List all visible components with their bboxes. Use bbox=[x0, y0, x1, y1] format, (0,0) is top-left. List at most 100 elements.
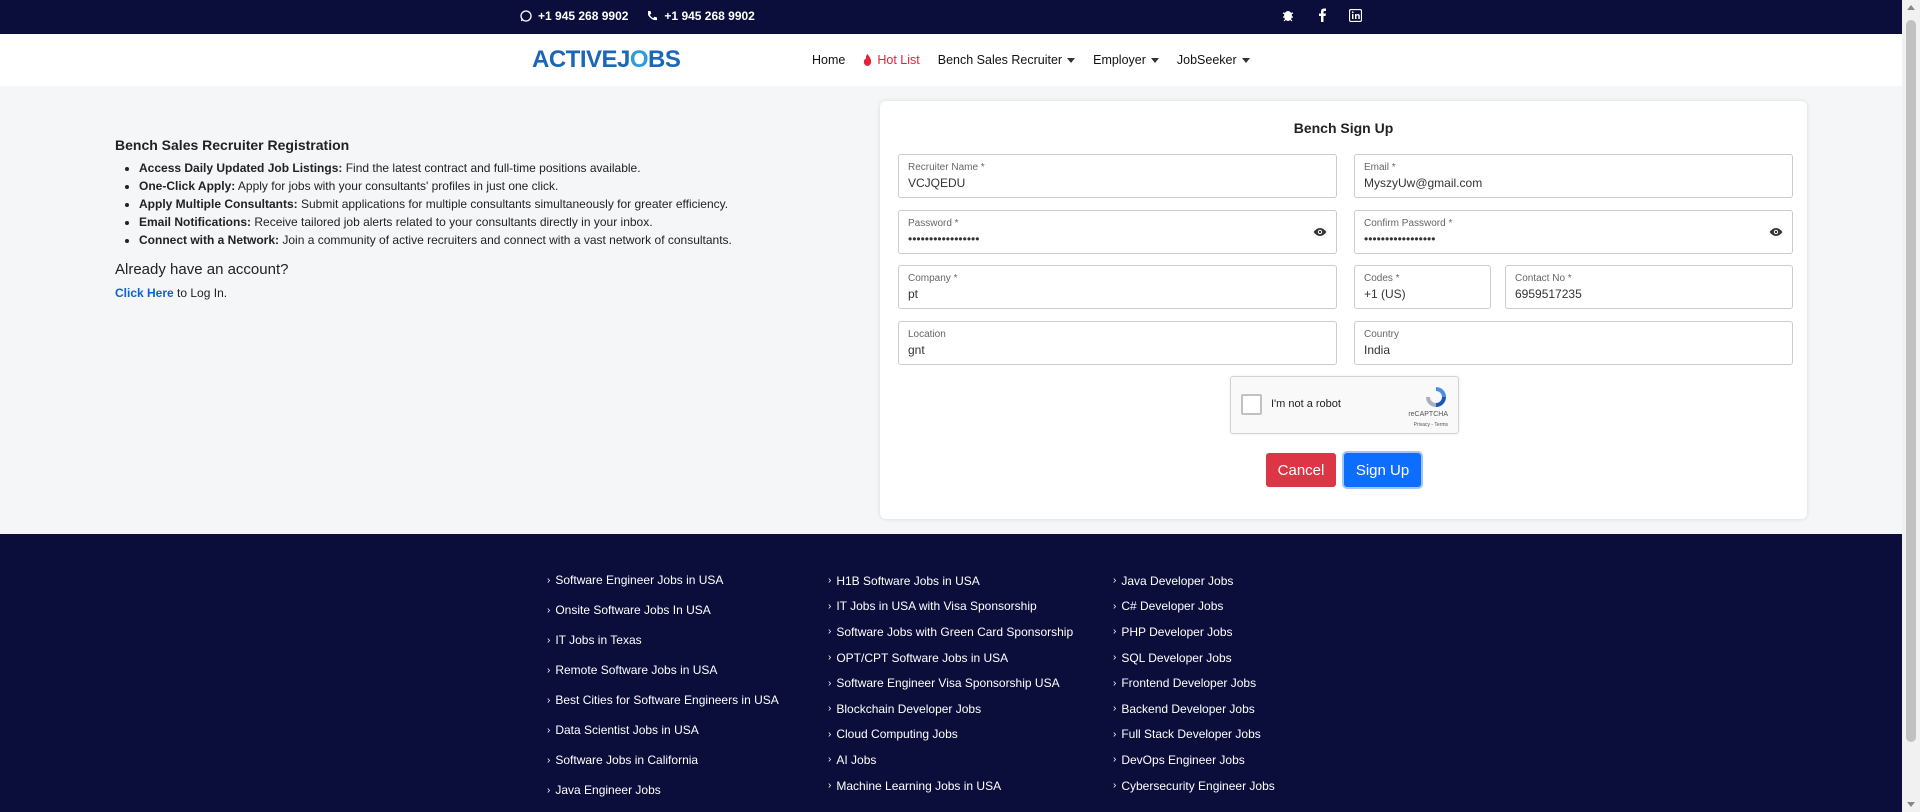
nav-home-label: Home bbox=[812, 53, 846, 67]
footer-link[interactable]: › Best Cities for Software Engineers in U… bbox=[547, 685, 779, 715]
footer-link[interactable]: › Backend Developer Jobs bbox=[1113, 696, 1275, 722]
phone-icon bbox=[648, 11, 658, 21]
footer-link[interactable]: › Software Jobs with Green Card Sponsorsh… bbox=[828, 619, 1073, 645]
footer-link-label: Backend Developer Jobs bbox=[1121, 701, 1255, 716]
footer-link[interactable]: › Java Engineer Jobs bbox=[547, 775, 779, 805]
already-have-account: Already have an account? bbox=[115, 261, 289, 278]
footer-link[interactable]: › Software Engineer Jobs in USA bbox=[547, 565, 779, 595]
recaptcha-brand: reCAPTCHA bbox=[1408, 411, 1448, 418]
footer-link[interactable]: › Java Developer Jobs bbox=[1113, 568, 1275, 594]
footer-link[interactable]: › Remote Software Jobs in USA bbox=[547, 655, 779, 685]
footer-link[interactable]: › OPT/CPT Software Jobs in USA bbox=[828, 645, 1073, 671]
confirm-password-field[interactable]: Confirm Password * ••••••••••••••••• bbox=[1354, 210, 1793, 254]
chevron-right-icon: › bbox=[547, 664, 551, 676]
nav-bench-sales-recruiter[interactable]: Bench Sales Recruiter bbox=[938, 53, 1076, 67]
activejobs-logo[interactable]: ACTIVEJOBS bbox=[532, 46, 681, 74]
recruiter-name-field[interactable]: Recruiter Name * VCJQEDU bbox=[898, 154, 1337, 198]
benefit-heading: Access Daily Updated Job Listings: bbox=[139, 161, 343, 175]
footer-column-3: › Java Developer Jobs › C# Developer Jobs … bbox=[1113, 568, 1275, 798]
footer-link-label: Onsite Software Jobs In USA bbox=[555, 603, 711, 617]
field-value: pt bbox=[908, 287, 919, 301]
footer-link[interactable]: › Cybersecurity Engineer Jobs bbox=[1113, 773, 1275, 799]
chevron-right-icon: › bbox=[1113, 728, 1117, 740]
location-field[interactable]: Location gnt bbox=[898, 321, 1337, 365]
country-field[interactable]: Country India bbox=[1354, 321, 1793, 365]
nav-hot-list[interactable]: Hot List bbox=[863, 53, 920, 67]
footer-link-label: Software Engineer Jobs in USA bbox=[555, 573, 724, 587]
country-code-select[interactable]: Codes * +1 (US) bbox=[1354, 265, 1491, 309]
benefit-item: Email Notifications: Receive tailored jo… bbox=[139, 215, 755, 229]
main-navbar: ACTIVEJOBS Home Hot List Bench Sales Rec… bbox=[0, 34, 1902, 86]
benefit-text: Submit applications for multiple consult… bbox=[297, 197, 729, 211]
field-label: Company * bbox=[908, 273, 958, 284]
footer-link[interactable]: › Software Jobs in California bbox=[547, 745, 779, 775]
whatsapp-icon bbox=[520, 10, 532, 22]
footer-link-label: Blockchain Developer Jobs bbox=[836, 701, 982, 716]
nav-employer[interactable]: Employer bbox=[1093, 53, 1159, 67]
linkedin-icon[interactable] bbox=[1349, 8, 1362, 22]
login-link[interactable]: Click Here bbox=[115, 286, 174, 300]
footer-link-label: AI Jobs bbox=[836, 752, 877, 767]
footer-link[interactable]: › Frontend Developer Jobs bbox=[1113, 670, 1275, 696]
footer-link[interactable]: › Full Stack Developer Jobs bbox=[1113, 722, 1275, 748]
footer-link[interactable]: › IT Jobs in USA with Visa Sponsorship bbox=[828, 594, 1073, 620]
scroll-down-icon[interactable] bbox=[1907, 802, 1915, 807]
bug-icon[interactable] bbox=[1281, 8, 1295, 22]
eye-icon[interactable] bbox=[1769, 227, 1783, 237]
footer-link[interactable]: › Blockchain Developer Jobs bbox=[828, 696, 1073, 722]
company-field[interactable]: Company * pt bbox=[898, 265, 1337, 309]
nav-jobseeker[interactable]: JobSeeker bbox=[1177, 53, 1250, 67]
cancel-button[interactable]: Cancel bbox=[1266, 453, 1336, 487]
recaptcha-checkbox[interactable] bbox=[1241, 394, 1262, 415]
chevron-right-icon: › bbox=[828, 652, 832, 664]
signup-button[interactable]: Sign Up bbox=[1344, 453, 1421, 487]
footer-column-2: › H1B Software Jobs in USA › IT Jobs in US… bbox=[828, 568, 1073, 798]
field-value: ••••••••••••••••• bbox=[1364, 232, 1436, 246]
field-value: VCJQEDU bbox=[908, 176, 966, 190]
footer-link[interactable]: › DevOps Engineer Jobs bbox=[1113, 747, 1275, 773]
field-value: 6959517235 bbox=[1515, 287, 1582, 301]
footer-link[interactable]: › PHP Developer Jobs bbox=[1113, 619, 1275, 645]
footer-link[interactable]: › Machine Learning Jobs in USA bbox=[828, 773, 1073, 799]
contact-number-field[interactable]: Contact No * 6959517235 bbox=[1505, 265, 1793, 309]
chevron-right-icon: › bbox=[1113, 600, 1117, 612]
footer-link-label: PHP Developer Jobs bbox=[1121, 624, 1233, 639]
eye-icon[interactable] bbox=[1313, 227, 1327, 237]
recaptcha-icon bbox=[1426, 387, 1446, 407]
footer-link-label: Full Stack Developer Jobs bbox=[1121, 727, 1261, 742]
footer-link-label: C# Developer Jobs bbox=[1121, 599, 1224, 614]
scrollbar-thumb[interactable] bbox=[1906, 20, 1916, 742]
password-field[interactable]: Password * ••••••••••••••••• bbox=[898, 210, 1337, 254]
page-scrollbar[interactable] bbox=[1902, 0, 1920, 812]
footer-link[interactable]: › IT Jobs in Texas bbox=[547, 625, 779, 655]
field-label: Email * bbox=[1364, 162, 1396, 173]
scroll-up-icon[interactable] bbox=[1907, 5, 1915, 10]
footer-link[interactable]: › Data Scientist Jobs in USA bbox=[547, 715, 779, 745]
email-field[interactable]: Email * MyszyUw@gmail.com bbox=[1354, 154, 1793, 198]
chevron-right-icon: › bbox=[828, 728, 832, 740]
contact-info: +1 945 268 9902 +1 945 268 9902 bbox=[520, 9, 755, 23]
footer-link-label: Cybersecurity Engineer Jobs bbox=[1121, 778, 1275, 793]
footer-link[interactable]: › SQL Developer Jobs bbox=[1113, 645, 1275, 671]
chevron-right-icon: › bbox=[547, 634, 551, 646]
footer-link[interactable]: › C# Developer Jobs bbox=[1113, 594, 1275, 620]
footer-link[interactable]: › H1B Software Jobs in USA bbox=[828, 568, 1073, 594]
benefit-text: Apply for jobs with your consultants' pr… bbox=[235, 179, 559, 193]
recaptcha-terms[interactable]: Privacy - Terms bbox=[1414, 422, 1448, 428]
footer-link[interactable]: › AI Jobs bbox=[828, 747, 1073, 773]
whatsapp-contact[interactable]: +1 945 268 9902 bbox=[520, 9, 628, 23]
footer-link-label: Data Scientist Jobs in USA bbox=[555, 723, 699, 737]
field-label: Location bbox=[908, 329, 946, 340]
phone-contact[interactable]: +1 945 268 9902 bbox=[646, 9, 755, 23]
facebook-icon[interactable] bbox=[1317, 8, 1327, 22]
social-links bbox=[1281, 8, 1362, 22]
chevron-right-icon: › bbox=[1113, 626, 1117, 638]
footer-link[interactable]: › Software Engineer Visa Sponsorship USA bbox=[828, 670, 1073, 696]
footer-link[interactable]: › Onsite Software Jobs In USA bbox=[547, 595, 779, 625]
signup-card: Bench Sign Up Recruiter Name * VCJQEDU E… bbox=[880, 101, 1807, 519]
chevron-right-icon: › bbox=[1113, 575, 1117, 587]
nav-home[interactable]: Home bbox=[812, 53, 845, 67]
phone-number: +1 945 268 9902 bbox=[664, 9, 755, 23]
chevron-right-icon: › bbox=[828, 754, 832, 766]
footer-link[interactable]: › Cloud Computing Jobs bbox=[828, 722, 1073, 748]
